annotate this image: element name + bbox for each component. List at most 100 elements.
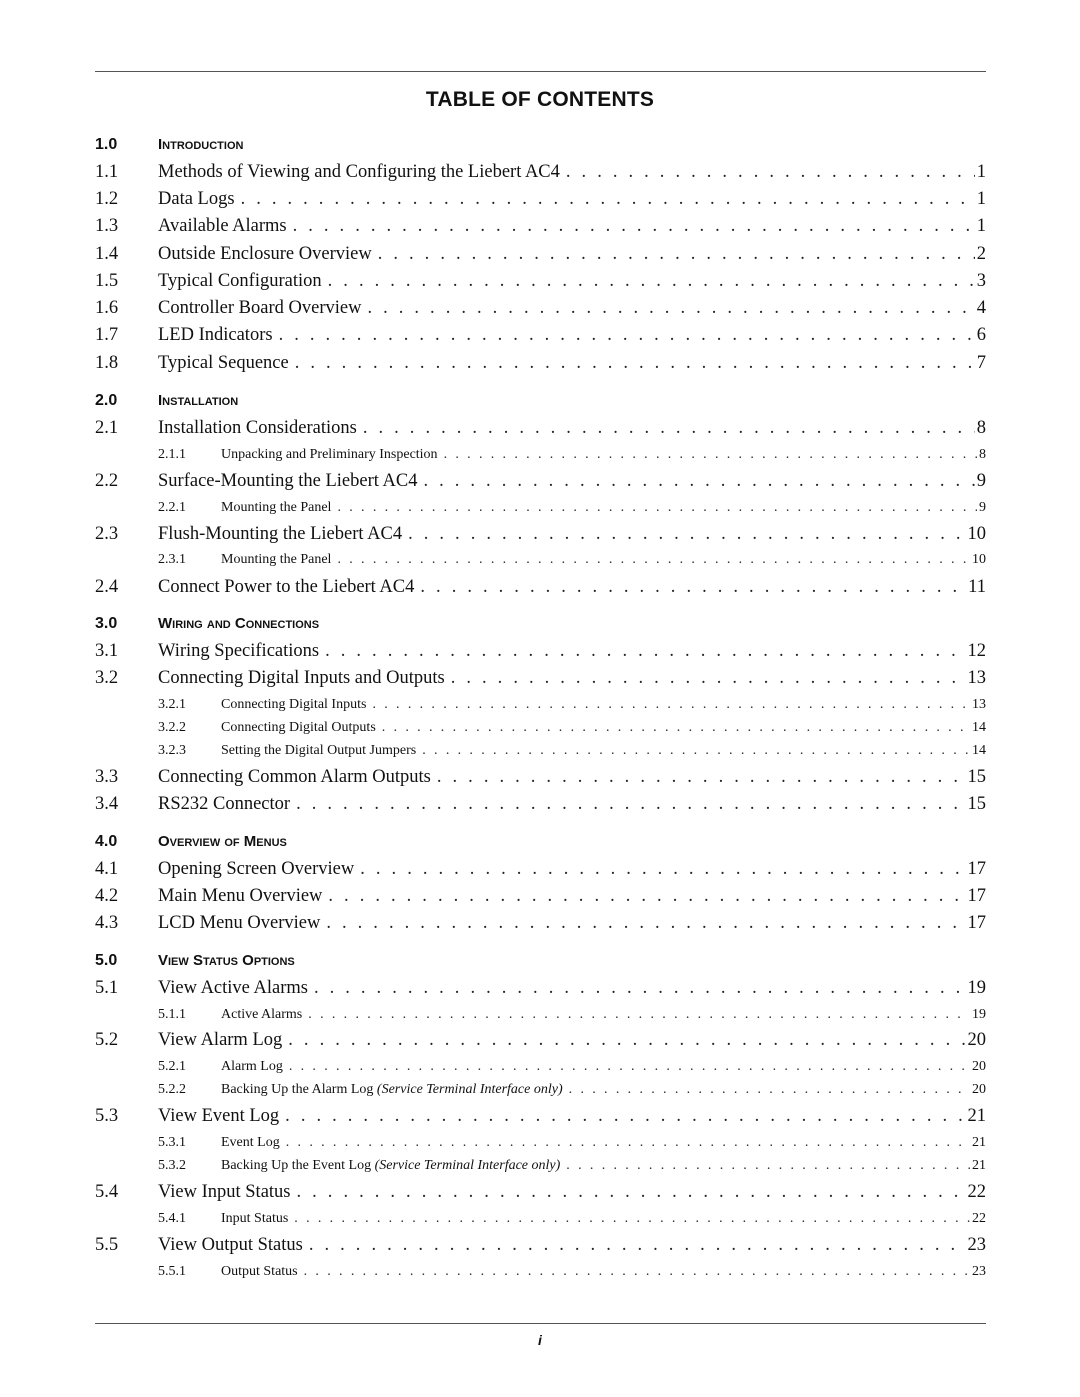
toc-subentry[interactable]: 5.2.2 Backing Up the Alarm Log (Service T… [95, 1082, 986, 1098]
toc-entry[interactable]: 1.6 Controller Board Overview . . . . . .… [95, 298, 986, 319]
entry-title: Backing Up the Event Log (Service Termin… [221, 1158, 560, 1174]
entry-title: Connecting Digital Outputs [221, 720, 376, 736]
toc-entry[interactable]: 5.5 View Output Status . . . . . . . . . … [95, 1235, 986, 1256]
entry-page-number: 1 [976, 162, 986, 182]
entry-page-number: 20 [967, 1030, 987, 1050]
section-heading[interactable]: 4.0 Overview of Menus [95, 833, 986, 851]
entry-title: Methods of Viewing and Configuring the L… [158, 162, 560, 183]
toc-entry[interactable]: 1.3 Available Alarms . . . . . . . . . . … [95, 216, 986, 237]
toc-entry[interactable]: 3.3 Connecting Common Alarm Outputs . . .… [95, 767, 986, 788]
entry-title: LCD Menu Overview [158, 913, 320, 934]
toc-subentry[interactable]: 3.2.3 Setting the Digital Output Jumpers … [95, 743, 986, 759]
entry-page-number: 10 [967, 524, 987, 544]
toc-subentry[interactable]: 2.2.1 Mounting the Panel . . . . . . . . … [95, 500, 986, 516]
dot-leader: . . . . . . . . . . . . . . . . . . . . … [285, 1106, 966, 1126]
toc-entry[interactable]: 3.1 Wiring Specifications . . . . . . . .… [95, 641, 986, 662]
toc-entry[interactable]: 5.1 View Active Alarms . . . . . . . . . … [95, 978, 986, 999]
section-number: 4.0 [95, 833, 118, 850]
toc-entry[interactable]: 1.4 Outside Enclosure Overview . . . . . … [95, 244, 986, 265]
entry-title-text: Methods of Viewing and Configuring the L… [158, 162, 560, 182]
toc-entry[interactable]: 2.3 Flush-Mounting the Liebert AC4 . . . … [95, 524, 986, 545]
entry-title-text: Surface-Mounting the Liebert AC4 [158, 471, 418, 491]
entry-page-number: 17 [967, 859, 987, 879]
page-number: i [538, 1332, 542, 1348]
entry-page-number: 15 [967, 794, 987, 814]
entry-page-number: 10 [972, 552, 986, 567]
entry-title: Wiring Specifications [158, 641, 319, 662]
toc-entry[interactable]: 3.4 RS232 Connector . . . . . . . . . . .… [95, 794, 986, 815]
toc-entry[interactable]: 5.2 View Alarm Log . . . . . . . . . . . … [95, 1030, 986, 1051]
toc-entry[interactable]: 2.2 Surface-Mounting the Liebert AC4 . . … [95, 471, 986, 492]
entry-number: 4.1 [95, 859, 119, 879]
toc-subentry[interactable]: 5.4.1 Input Status . . . . . . . . . . . … [95, 1211, 986, 1227]
toc-subentry[interactable]: 5.3.2 Backing Up the Event Log (Service T… [95, 1158, 986, 1174]
toc-entry[interactable]: 1.8 Typical Sequence . . . . . . . . . . … [95, 353, 986, 374]
entry-number: 5.5.1 [158, 1264, 186, 1279]
dot-leader: . . . . . . . . . . . . . . . . . . . . … [362, 418, 975, 438]
entry-number: 3.1 [95, 641, 119, 661]
dot-leader: . . . . . . . . . . . . . . . . . . . . … [326, 913, 965, 933]
entry-page-number: 22 [967, 1182, 987, 1202]
entry-page-number: 19 [967, 978, 987, 998]
entry-page-number: 23 [967, 1235, 987, 1255]
entry-note: (Service Terminal Interface only) [376, 1082, 563, 1097]
toc-entry[interactable]: 1.7 LED Indicators . . . . . . . . . . . … [95, 325, 986, 346]
entry-number: 2.4 [95, 577, 119, 597]
entry-number: 5.3.2 [158, 1158, 186, 1173]
entry-title: Event Log [221, 1135, 280, 1151]
entry-page-number: 21 [972, 1158, 986, 1173]
dot-leader: . . . . . . . . . . . . . . . . . . . . … [566, 1158, 970, 1173]
entry-title-text: LED Indicators [158, 325, 273, 345]
toc-subentry[interactable]: 2.1.1 Unpacking and Preliminary Inspectio… [95, 447, 986, 463]
section-heading[interactable]: 2.0 Installation [95, 392, 986, 410]
toc-entry[interactable]: 4.3 LCD Menu Overview . . . . . . . . . .… [95, 913, 986, 934]
entry-title: Main Menu Overview [158, 886, 322, 907]
entry-title: Connect Power to the Liebert AC4 [158, 577, 414, 598]
toc-subentry[interactable]: 5.5.1 Output Status . . . . . . . . . . .… [95, 1264, 986, 1280]
toc-entry[interactable]: 2.1 Installation Considerations . . . . .… [95, 418, 986, 439]
toc-entry[interactable]: 4.2 Main Menu Overview . . . . . . . . . … [95, 886, 986, 907]
entry-number: 5.2 [95, 1030, 119, 1050]
section-heading[interactable]: 5.0 View Status Options [95, 952, 986, 970]
entry-page-number: 21 [967, 1106, 987, 1126]
section-heading[interactable]: 1.0 Introduction [95, 136, 986, 154]
entry-number: 2.3.1 [158, 552, 186, 567]
entry-title: Input Status [221, 1211, 288, 1227]
entry-number: 1.2 [95, 189, 119, 209]
entry-title: Alarm Log [221, 1059, 283, 1075]
dot-leader: . . . . . . . . . . . . . . . . . . . . … [436, 767, 966, 787]
entry-title: Mounting the Panel [221, 500, 331, 516]
dot-leader: . . . . . . . . . . . . . . . . . . . . … [296, 1182, 966, 1202]
entry-title: View Alarm Log [158, 1030, 282, 1051]
entry-number: 3.4 [95, 794, 119, 814]
toc-entry[interactable]: 1.2 Data Logs . . . . . . . . . . . . . .… [95, 189, 986, 210]
entry-page-number: 17 [967, 913, 987, 933]
entry-title-text: Flush-Mounting the Liebert AC4 [158, 524, 403, 544]
toc-entry[interactable]: 1.1 Methods of Viewing and Configuring th… [95, 162, 986, 183]
toc-entry[interactable]: 3.2 Connecting Digital Inputs and Outputs… [95, 668, 986, 689]
toc-entry[interactable]: 2.4 Connect Power to the Liebert AC4 . . … [95, 577, 986, 598]
entry-title-text: Backing Up the Event Log [221, 1158, 372, 1173]
toc-entry[interactable]: 5.3 View Event Log . . . . . . . . . . . … [95, 1106, 986, 1127]
entry-page-number: 6 [976, 325, 986, 345]
entry-title: Available Alarms [158, 216, 287, 237]
entry-title-text: Available Alarms [158, 216, 287, 236]
section-heading[interactable]: 3.0 Wiring and Connections [95, 615, 986, 633]
entry-page-number: 19 [972, 1007, 986, 1022]
entry-title: Unpacking and Preliminary Inspection [221, 447, 438, 463]
toc-subentry[interactable]: 2.3.1 Mounting the Panel . . . . . . . . … [95, 552, 986, 568]
dot-leader: . . . . . . . . . . . . . . . . . . . . … [294, 353, 975, 373]
entry-title: View Input Status [158, 1182, 291, 1203]
entry-title-text: Opening Screen Overview [158, 859, 355, 879]
toc-subentry[interactable]: 3.2.1 Connecting Digital Inputs . . . . .… [95, 697, 986, 713]
toc-entry[interactable]: 5.4 View Input Status . . . . . . . . . .… [95, 1182, 986, 1203]
toc-entry[interactable]: 1.5 Typical Configuration . . . . . . . .… [95, 271, 986, 292]
section-title: Overview of Menus [158, 833, 287, 850]
toc-subentry[interactable]: 5.2.1 Alarm Log . . . . . . . . . . . . .… [95, 1059, 986, 1075]
toc-entry[interactable]: 4.1 Opening Screen Overview . . . . . . .… [95, 859, 986, 880]
entry-title-text: View Output Status [158, 1235, 303, 1255]
toc-subentry[interactable]: 5.1.1 Active Alarms . . . . . . . . . . .… [95, 1007, 986, 1023]
toc-subentry[interactable]: 3.2.2 Connecting Digital Outputs . . . . … [95, 720, 986, 736]
dot-leader: . . . . . . . . . . . . . . . . . . . . … [360, 859, 965, 879]
toc-subentry[interactable]: 5.3.1 Event Log . . . . . . . . . . . . .… [95, 1135, 986, 1151]
